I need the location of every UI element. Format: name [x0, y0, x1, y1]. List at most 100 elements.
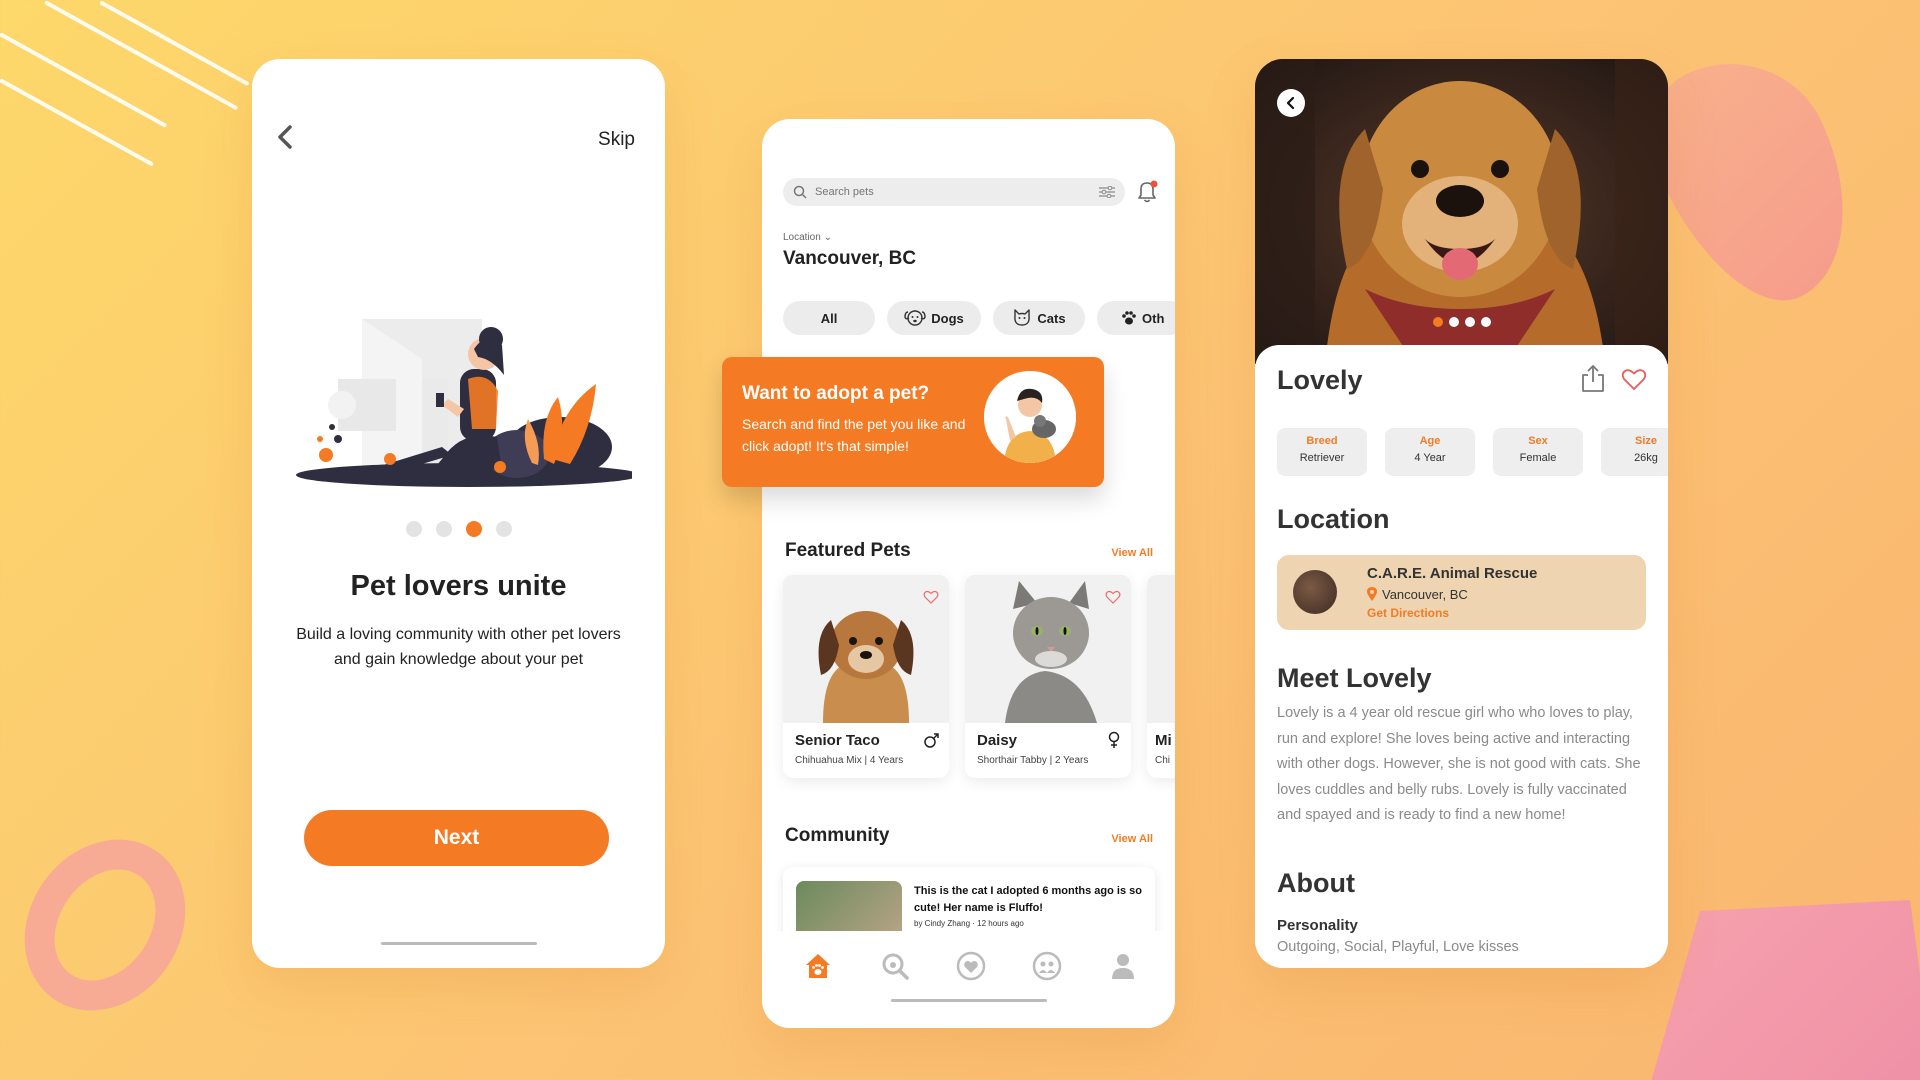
chevron-down-icon: ⌄	[823, 232, 832, 243]
home-indicator	[890, 999, 1047, 1002]
about-title: About	[1277, 868, 1355, 898]
attribute-size: Size 26kg	[1601, 428, 1668, 476]
attribute-key: Sex	[1528, 435, 1548, 447]
post-text: This is the cat I adopted 6 months ago i…	[914, 885, 1142, 914]
meet-title: Meet Lovely	[1277, 663, 1432, 693]
notification-button[interactable]	[1134, 178, 1160, 206]
pet-card-senior-taco[interactable]: Senior Taco Chihuahua Mix | 4 Years	[783, 575, 949, 778]
photo-pager[interactable]	[1433, 317, 1491, 327]
pager-dot-active[interactable]	[465, 521, 482, 537]
back-button[interactable]	[1277, 89, 1305, 117]
pager-dot[interactable]	[495, 521, 512, 537]
sliders-icon[interactable]	[1099, 186, 1115, 198]
pager-dot[interactable]	[435, 521, 452, 537]
attribute-age: Age 4 Year	[1385, 428, 1475, 476]
pet-name: Mi	[1155, 732, 1172, 749]
attribute-value: Female	[1519, 452, 1557, 464]
chevron-left-icon	[1286, 96, 1295, 110]
pet-photo	[1147, 575, 1175, 723]
location-city: Vancouver, BC	[783, 248, 917, 269]
heart-outline-icon[interactable]	[1621, 366, 1647, 392]
attribute-key: Size	[1634, 435, 1657, 447]
pet-detail-screen: Lovely Breed Retriever Age 4 Year Sex Femal…	[1255, 59, 1668, 968]
share-icon[interactable]	[1580, 363, 1606, 393]
attribute-value: 26kg	[1634, 452, 1658, 464]
featured-pets-title: Featured Pets	[785, 540, 911, 561]
onboarding-screen: Skip Pet lovers unite Build a loving com…	[252, 59, 665, 968]
location-title: Location	[1277, 504, 1390, 534]
pager-dot[interactable]	[405, 521, 422, 537]
category-chip-all[interactable]: All	[783, 301, 875, 335]
pet-details: Chi	[1155, 755, 1171, 766]
shelter-city: Vancouver, BC	[1382, 587, 1468, 602]
dog-icon	[904, 310, 926, 326]
profile-icon[interactable]	[1108, 951, 1138, 981]
heart-outline-icon[interactable]	[1105, 589, 1121, 605]
pet-card-daisy[interactable]: Daisy Shorthair Tabby | 2 Years	[965, 575, 1131, 778]
skip-button[interactable]: Skip	[598, 129, 635, 151]
onboarding-description: Build a loving community with other pet …	[296, 626, 621, 668]
attribute-key: Age	[1419, 435, 1441, 447]
attribute-sex: Sex Female	[1493, 428, 1583, 476]
category-chips: All Dogs Cats Oth	[783, 301, 1175, 335]
background-ring	[0, 808, 219, 1042]
shelter-avatar	[1293, 570, 1337, 614]
search-input[interactable]	[815, 186, 1099, 198]
pet-name: Daisy	[977, 732, 1018, 749]
next-button[interactable]: Next	[304, 810, 609, 866]
adopt-banner[interactable]: Want to adopt a pet? Search and find the…	[722, 357, 1104, 487]
pager-dot[interactable]	[1449, 317, 1459, 327]
community-icon[interactable]	[1032, 951, 1062, 981]
home-screen: Location ⌄ Vancouver, BC All Dogs Cats O…	[722, 119, 1175, 1028]
chip-label: Cats	[1037, 310, 1066, 326]
pet-details: Chihuahua Mix | 4 Years	[795, 755, 904, 766]
person-with-cat-avatar	[984, 371, 1076, 463]
back-button[interactable]	[270, 122, 300, 152]
featured-view-all-link[interactable]: View All	[1111, 547, 1153, 559]
paw-icon	[1122, 311, 1136, 325]
pet-name: Lovely	[1277, 365, 1363, 395]
banner-title: Want to adopt a pet?	[742, 383, 930, 404]
pet-details: Shorthair Tabby | 2 Years	[977, 755, 1089, 766]
home-indicator	[380, 942, 537, 945]
community-title: Community	[785, 825, 890, 846]
banner-text: Search and find the pet you like and cli…	[742, 416, 966, 454]
search-icon[interactable]	[880, 951, 910, 981]
onboarding-title: Pet lovers unite	[350, 570, 567, 602]
cat-icon	[1014, 309, 1031, 326]
location-dropdown[interactable]: Location ⌄	[783, 232, 832, 243]
location-label: Location	[783, 232, 821, 243]
bell-icon	[1138, 180, 1158, 203]
onboarding-pager[interactable]	[252, 521, 665, 537]
get-directions-link[interactable]: Get Directions	[1367, 606, 1449, 620]
pager-dot[interactable]	[1465, 317, 1475, 327]
shelter-name: C.A.R.E. Animal Rescue	[1367, 565, 1538, 582]
chip-label: Dogs	[931, 310, 964, 326]
category-chip-others[interactable]: Oth	[1097, 301, 1175, 335]
location-pin-icon	[1367, 587, 1377, 601]
pager-dot[interactable]	[1481, 317, 1491, 327]
male-icon	[924, 733, 939, 748]
attribute-breed: Breed Retriever	[1277, 428, 1367, 476]
post-meta: by Cindy Zhang · 12 hours ago	[914, 919, 1024, 928]
pager-dot-active[interactable]	[1433, 317, 1443, 327]
shelter-card[interactable]: C.A.R.E. Animal Rescue Vancouver, BC Get…	[1277, 555, 1646, 630]
chip-label: Oth	[1142, 310, 1165, 326]
attribute-value: 4 Year	[1414, 452, 1446, 464]
woman-sitting-with-phone-illustration	[296, 319, 632, 487]
pet-detail-panel: Lovely Breed Retriever Age 4 Year Sex Femal…	[1255, 345, 1668, 968]
category-chip-cats[interactable]: Cats	[993, 301, 1085, 335]
community-view-all-link[interactable]: View All	[1111, 833, 1153, 845]
attribute-value: Retriever	[1299, 452, 1345, 464]
heart-outline-icon[interactable]	[923, 589, 939, 605]
home-icon[interactable]	[803, 951, 833, 981]
attribute-key: Breed	[1306, 435, 1338, 447]
female-icon	[1108, 731, 1120, 748]
category-chip-dogs[interactable]: Dogs	[887, 301, 981, 335]
bottom-tab-bar	[762, 931, 1175, 1028]
heart-icon[interactable]	[956, 951, 986, 981]
pet-card-partial[interactable]: Mi Chi	[1147, 575, 1175, 778]
search-bar[interactable]	[783, 178, 1125, 206]
background-crystal	[1640, 900, 1920, 1080]
pet-attributes: Breed Retriever Age 4 Year Sex Female Size 2…	[1277, 428, 1668, 476]
